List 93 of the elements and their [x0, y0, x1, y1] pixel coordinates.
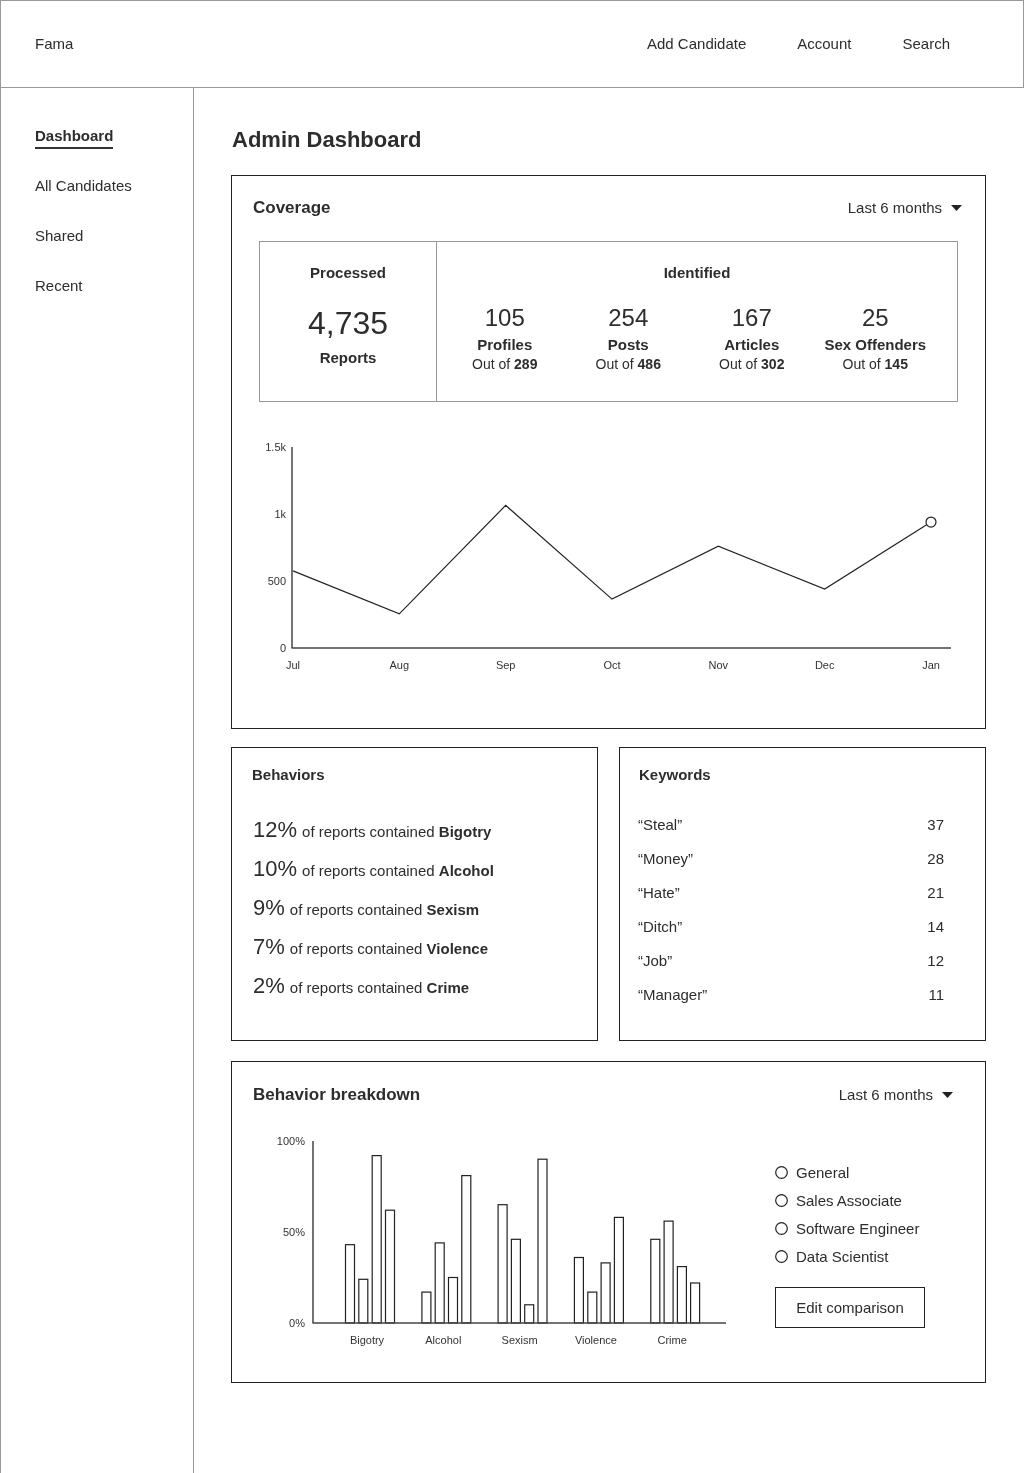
x-axis-label: Alcohol: [425, 1334, 462, 1346]
period-dropdown[interactable]: Last 6 months: [847, 198, 962, 218]
x-axis-label: Aug: [389, 659, 410, 671]
bar: [421, 1291, 432, 1324]
x-axis-label: Crime: [657, 1334, 687, 1346]
keyword-count: 28: [927, 849, 944, 869]
keyword-text: “Job”: [638, 951, 673, 971]
keyword-count: 12: [927, 951, 944, 971]
card-title: Behavior breakdown: [253, 1085, 421, 1105]
comparison-option[interactable]: Data Scientist: [775, 1242, 889, 1270]
nav-link[interactable]: Search: [902, 34, 950, 54]
nav-link[interactable]: Add Candidate: [647, 34, 747, 54]
comparison-option[interactable]: Sales Associate: [775, 1186, 902, 1214]
sidebar-link[interactable]: All Candidates: [35, 176, 132, 196]
bar: [447, 1276, 459, 1324]
bar: [587, 1291, 598, 1324]
x-axis-label: Violence: [574, 1334, 617, 1346]
behavior-percent: 9%: [253, 894, 285, 922]
y-axis-label: 0%: [289, 1317, 305, 1329]
card-title: Keywords: [639, 765, 711, 785]
comparison-option[interactable]: General: [775, 1158, 850, 1186]
caret-icon: [942, 1092, 953, 1098]
keyword-count: 11: [928, 985, 944, 1005]
stat-total: Out of 486: [595, 355, 661, 373]
behavior-percent: 12%: [253, 816, 298, 844]
x-axis-label: Nov: [708, 659, 729, 671]
period-dropdown[interactable]: Last 6 months: [838, 1085, 953, 1105]
x-axis-label: Sexism: [501, 1334, 538, 1346]
x-axis-label: Dec: [814, 659, 835, 671]
stat-title: Processed: [310, 263, 386, 283]
page-title: Admin Dashboard: [232, 126, 422, 154]
keyword-text: “Manager”: [638, 985, 708, 1005]
bar: [676, 1266, 687, 1324]
nav-link[interactable]: Account: [797, 34, 852, 54]
x-axis-label: Oct: [603, 659, 621, 671]
x-axis-label: Jul: [285, 659, 301, 671]
keyword-count: 37: [927, 815, 944, 835]
stat-value: 4,735: [307, 304, 389, 342]
radio-icon[interactable]: [775, 1249, 788, 1263]
y-axis-label: 100%: [276, 1135, 305, 1147]
highlighted-point: [925, 516, 937, 528]
card-title: Behaviors: [252, 765, 325, 785]
y-axis-label: 0: [279, 642, 286, 654]
stat-value: 105: [484, 304, 525, 332]
stat-value: 25: [861, 304, 889, 332]
bar: [690, 1282, 701, 1324]
stat-total: Out of 145: [842, 355, 908, 373]
bar: [600, 1262, 611, 1324]
x-axis-label: Bigotry: [349, 1334, 385, 1346]
behavior-percent: 10%: [253, 855, 298, 883]
sidebar-link[interactable]: Shared: [35, 226, 84, 246]
y-axis-label: 1k: [274, 508, 286, 520]
behavior-text: of reports contained Violence: [289, 939, 488, 959]
bar: [358, 1278, 369, 1324]
keyword-count: 21: [927, 883, 944, 903]
sidebar-link[interactable]: Recent: [35, 276, 83, 296]
x-axis-label: Sep: [495, 659, 516, 671]
bar: [573, 1256, 584, 1324]
behavior-text: of reports contained Sexism: [289, 900, 480, 920]
card-title: Coverage: [253, 198, 331, 218]
stat-total: Out of 302: [719, 355, 785, 373]
radio-icon[interactable]: [775, 1221, 788, 1235]
stat-label: Reports: [319, 348, 377, 368]
stat-label: Posts: [607, 336, 649, 354]
app-logo: Fama: [35, 34, 74, 54]
keyword-text: “Hate”: [638, 883, 680, 903]
caret-icon: [951, 205, 962, 211]
behavior-text: of reports contained Crime: [289, 978, 470, 998]
keyword-text: “Steal”: [638, 815, 683, 835]
keyword-text: “Ditch”: [638, 917, 683, 937]
x-axis-label: Jan: [922, 659, 940, 671]
stat-label: Articles: [724, 336, 780, 354]
stat-label: Profiles: [477, 336, 533, 354]
stat-total: Out of 289: [472, 355, 538, 373]
behavior-percent: 7%: [253, 933, 285, 961]
keyword-text: “Money”: [638, 849, 693, 869]
behavior-percent: 2%: [253, 972, 285, 1000]
stat-label: Sex Offenders: [824, 336, 927, 354]
radio-icon[interactable]: [775, 1165, 788, 1179]
sidebar-link[interactable]: Dashboard: [35, 126, 114, 149]
behavior-text: of reports contained Bigotry: [302, 822, 492, 842]
stat-value: 167: [731, 304, 772, 332]
y-axis-label: 500: [267, 575, 286, 587]
behavior-text: of reports contained Alcohol: [302, 861, 494, 881]
edit-comparison-button[interactable]: Edit comparison: [775, 1287, 925, 1328]
comparison-option[interactable]: Software Engineer: [775, 1214, 920, 1242]
stat-value: 254: [608, 304, 649, 332]
radio-icon[interactable]: [775, 1193, 788, 1207]
keyword-count: 14: [927, 917, 944, 937]
stat-title: Identified: [663, 263, 731, 283]
y-axis-label: 1.5k: [265, 441, 286, 453]
y-axis-label: 50%: [282, 1226, 305, 1238]
bar: [524, 1304, 535, 1324]
